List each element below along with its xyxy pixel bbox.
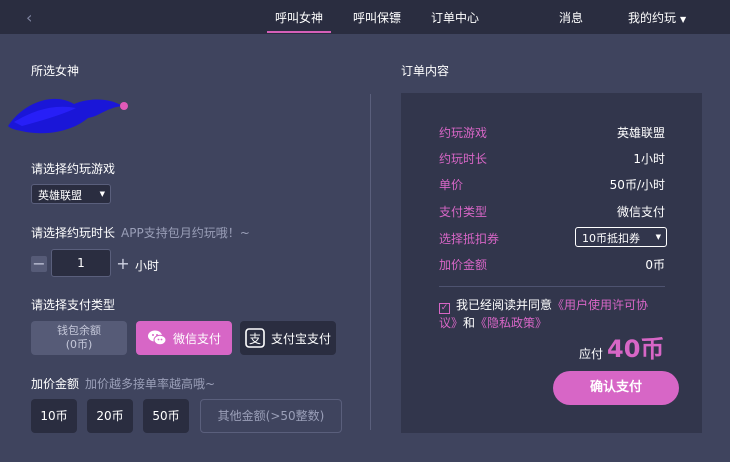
order-row-key: 约玩游戏 [439, 126, 488, 140]
order-row-duration: 约玩时长 1小时 [439, 150, 665, 168]
payment-title: 请选择支付类型 [31, 298, 116, 312]
vertical-divider [370, 94, 371, 430]
alipay-icon: 支 [245, 328, 265, 348]
coupon-select[interactable]: 10币抵扣券 ▼ [575, 227, 667, 247]
duration-title-text: 请选择约玩时长 [31, 226, 116, 240]
nav-order-center[interactable]: 订单中心 [431, 9, 479, 26]
duration-unit: 小时 [135, 259, 160, 273]
agree-and: 和 [463, 316, 476, 330]
selected-goddess-title: 所选女神 [31, 64, 80, 78]
alipay-label: 支付宝支付 [270, 331, 331, 346]
agreement: ✓ 我已经阅读并同意《用户使用许可协议》和《隐私政策》 [439, 296, 665, 332]
premium-title-text: 加价金额 [31, 377, 80, 391]
premium-hint: 加价越多接单率越高哦~ [85, 377, 216, 391]
amount-due-value: 40币 [607, 335, 665, 363]
nav-call-goddess[interactable]: 呼叫女神 [266, 9, 332, 33]
wechat-label: 微信支付 [172, 331, 221, 346]
order-title: 订单内容 [401, 64, 450, 78]
wechat-payment-button[interactable]: 微信支付 [136, 321, 232, 355]
chevron-down-icon: ▼ [655, 233, 661, 241]
main-area: 所选女神 请选择约玩游戏 英雄联盟 ▼ 请选择约玩时长 APP支持包月约玩哦！~ … [4, 34, 730, 462]
premium-custom-input[interactable]: 其他金额(>50整数) [200, 399, 342, 433]
order-row-key: 支付类型 [439, 205, 488, 219]
duration-title: 请选择约玩时长 APP支持包月约玩哦！~ [31, 224, 250, 241]
order-row-key: 加价金额 [439, 258, 488, 272]
svg-text:支: 支 [249, 332, 261, 346]
wallet-balance: (0币) [65, 338, 93, 351]
minus-icon[interactable]: − [31, 256, 47, 272]
chevron-down-icon: ▼ [680, 15, 687, 24]
duration-input[interactable]: 1 [51, 249, 111, 277]
agree-prefix: 我已经阅读并同意 [456, 298, 553, 312]
amount-due-label: 应付 [579, 347, 604, 361]
nav-my-play-label: 我的约玩 [628, 11, 677, 25]
wallet-payment-button[interactable]: 钱包余额 (0币) [31, 321, 127, 355]
nav-messages[interactable]: 消息 [559, 9, 583, 26]
game-select[interactable]: 英雄联盟 ▼ [31, 184, 111, 204]
back-chevron-icon[interactable]: ‹ [26, 8, 32, 27]
premium-option-50[interactable]: 50币 [143, 399, 189, 433]
premium-title: 加价金额 加价越多接单率越高哦~ [31, 375, 215, 392]
order-row-value: 1小时 [633, 152, 665, 166]
premium-option-10[interactable]: 10币 [31, 399, 77, 433]
order-row-coupon: 选择抵扣券 10币抵扣券 ▼ [439, 227, 667, 248]
order-row-payment-type: 支付类型 微信支付 [439, 203, 665, 221]
wallet-label: 钱包余额 [57, 324, 101, 337]
order-row-unit-price: 单价 50币/小时 [439, 176, 665, 194]
redacted-avatar-scribble [8, 98, 128, 134]
app-root: ‹ 呼叫女神 呼叫保镖 订单中心 消息 我的约玩 ▼ 所选女神 请选择约玩游戏 英… [0, 0, 730, 462]
agree-checkbox[interactable]: ✓ [439, 303, 450, 314]
order-row-value: 50币/小时 [609, 178, 665, 192]
privacy-policy-link[interactable]: 《隐私政策》 [475, 316, 547, 330]
order-row-game: 约玩游戏 英雄联盟 [439, 124, 665, 142]
wechat-icon [147, 330, 167, 346]
nav-call-bodyguard[interactable]: 呼叫保镖 [353, 9, 401, 26]
order-row-key: 约玩时长 [439, 152, 488, 166]
game-select-value: 英雄联盟 [38, 189, 82, 202]
order-row-premium: 加价金额 0币 [439, 256, 665, 274]
order-panel: 约玩游戏 英雄联盟 约玩时长 1小时 单价 50币/小时 支付类型 微信支付 选… [401, 93, 702, 433]
coupon-select-value: 10币抵扣券 [582, 232, 640, 245]
order-row-value: 0币 [645, 258, 665, 272]
order-row-key: 选择抵扣券 [439, 232, 500, 246]
panel-divider [439, 286, 665, 287]
order-row-key: 单价 [439, 178, 464, 192]
order-row-value: 微信支付 [616, 205, 665, 219]
confirm-payment-button[interactable]: 确认支付 [553, 371, 679, 405]
duration-hint: APP支持包月约玩哦！~ [121, 226, 250, 240]
alipay-payment-button[interactable]: 支 支付宝支付 [240, 321, 336, 355]
premium-option-20[interactable]: 20币 [87, 399, 133, 433]
game-title: 请选择约玩游戏 [31, 162, 116, 176]
order-row-value: 英雄联盟 [616, 126, 665, 140]
topbar: ‹ 呼叫女神 呼叫保镖 订单中心 消息 我的约玩 ▼ [0, 0, 730, 34]
plus-icon[interactable]: + [115, 256, 131, 272]
nav-my-play[interactable]: 我的约玩 ▼ [628, 9, 686, 26]
chevron-down-icon: ▼ [99, 190, 105, 198]
